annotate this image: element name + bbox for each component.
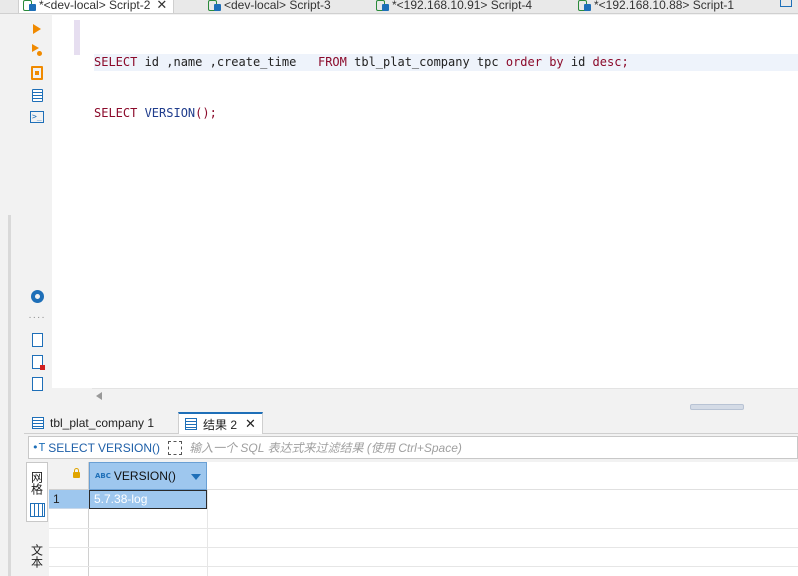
row-number[interactable]: 1 <box>49 490 89 509</box>
tab-script-1[interactable]: *<192.168.10.88> Script-1 <box>578 0 735 13</box>
database-script-icon <box>578 0 591 12</box>
tab-label: *<192.168.10.88> Script-1 <box>594 0 735 12</box>
execute-script-icon[interactable] <box>29 43 45 59</box>
identifier: id <box>563 55 593 69</box>
string-type-icon: ABC <box>95 472 111 480</box>
identifier: tbl_plat_company tpc <box>346 55 506 69</box>
tab-label: <dev-local> Script-3 <box>224 0 331 12</box>
tab-tbl-plat-company[interactable]: tbl_plat_company 1 <box>26 412 160 434</box>
column-name: VERSION() <box>113 469 176 483</box>
editor-toolbar: >_ ···· <box>24 15 50 405</box>
code-line-2: SELECT VERSION(); <box>94 105 798 122</box>
import-icon[interactable] <box>29 354 45 370</box>
scroll-left-icon[interactable] <box>96 392 102 400</box>
sql-editor[interactable]: SELECT id ,name ,create_time FROM tbl_pl… <box>52 15 798 388</box>
format-icon[interactable] <box>29 87 45 103</box>
file-icon[interactable] <box>29 376 45 392</box>
database-script-icon <box>376 0 389 12</box>
more-tabs-icon[interactable] <box>780 0 792 7</box>
keyword: FROM <box>317 55 347 69</box>
line-marker <box>74 20 80 38</box>
header-filler <box>207 462 798 490</box>
table-icon <box>185 418 197 430</box>
sql-icon: •T <box>32 441 46 454</box>
filter-input[interactable] <box>189 440 797 455</box>
grid-row-line <box>49 528 798 529</box>
close-icon[interactable]: ✕ <box>245 416 256 432</box>
cell-value: 5.7.38-log <box>94 492 148 506</box>
sql-code[interactable]: SELECT id ,name ,create_time FROM tbl_pl… <box>94 20 798 156</box>
query-text: SELECT VERSION() <box>48 440 161 455</box>
tab-label: 文本 <box>29 544 44 568</box>
table-icon <box>32 417 44 429</box>
keyword: SELECT <box>94 106 138 120</box>
dbeaver-window: *<dev-local> Script-2 ✕ <dev-local> Scri… <box>0 0 798 576</box>
line-marker <box>74 37 80 55</box>
function-name: VERSION <box>137 106 196 120</box>
close-icon[interactable]: ✕ <box>156 0 167 13</box>
tab-grid-view[interactable]: 网格 <box>26 462 48 522</box>
keyword: desc; <box>592 55 629 69</box>
editor-gutter <box>52 15 92 388</box>
settings-icon[interactable] <box>29 288 45 304</box>
result-tabs: tbl_plat_company 1 结果 2 ✕ <box>24 410 798 434</box>
tab-script-3[interactable]: <dev-local> Script-3 <box>208 0 331 13</box>
code-line-1: SELECT id ,name ,create_time FROM tbl_pl… <box>94 54 798 71</box>
grid-corner <box>49 462 89 490</box>
column-divider <box>207 490 208 576</box>
view-mode-tabs: 网格 文本 <box>26 462 48 576</box>
tab-script-4[interactable]: *<192.168.10.91> Script-4 <box>376 0 533 13</box>
grid-row-line <box>49 547 798 548</box>
database-script-icon <box>208 0 221 12</box>
explain-icon[interactable] <box>29 65 45 81</box>
editor-tab-strip: *<dev-local> Script-2 ✕ <dev-local> Scri… <box>0 0 798 14</box>
execute-icon[interactable] <box>29 21 45 37</box>
tab-label: 结果 2 <box>203 417 238 432</box>
database-script-icon <box>23 0 36 12</box>
grid-row-line <box>49 566 798 567</box>
keyword: order by <box>505 55 564 69</box>
result-grid[interactable]: ABC VERSION() 1 5.7.38-log <box>49 462 798 576</box>
grid-icon <box>30 503 45 517</box>
column-header-version[interactable]: ABC VERSION() <box>89 462 207 490</box>
expand-icon[interactable] <box>168 440 183 455</box>
punctuation: (); <box>195 106 217 120</box>
tab-script-2[interactable]: *<dev-local> Script-2 ✕ <box>18 0 175 13</box>
panel-divider <box>8 215 11 576</box>
table-cell[interactable]: 5.7.38-log <box>89 490 207 509</box>
tab-label: 网格 <box>29 471 44 495</box>
lock-icon <box>73 468 80 478</box>
tab-label: *<192.168.10.91> Script-4 <box>392 0 533 12</box>
terminal-icon[interactable]: >_ <box>29 109 45 125</box>
tab-text-view[interactable]: 文本 <box>26 536 48 576</box>
query-label[interactable]: •T SELECT VERSION() <box>29 441 160 455</box>
tab-label: tbl_plat_company 1 <box>50 416 155 430</box>
chevron-down-icon[interactable] <box>191 474 201 480</box>
tab-label: *<dev-local> Script-2 <box>39 0 151 12</box>
tab-result-2[interactable]: 结果 2 ✕ <box>178 412 263 434</box>
separator-dots: ···· <box>28 311 46 323</box>
keyword: SELECT <box>94 55 138 69</box>
identifier: id ,name ,create_time <box>137 55 318 69</box>
export-icon[interactable] <box>29 332 45 348</box>
filter-bar: •T SELECT VERSION() <box>28 436 798 459</box>
